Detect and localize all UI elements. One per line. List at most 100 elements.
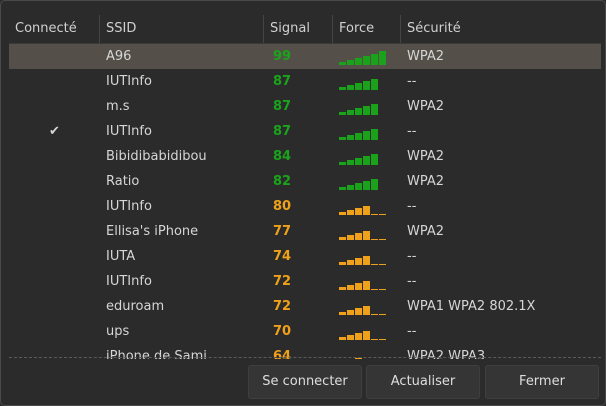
ssid-cell: IUTInfo <box>106 124 152 139</box>
signal-bar <box>363 281 370 290</box>
signal-cell: 87 <box>273 74 292 89</box>
signal-bar <box>371 264 378 265</box>
security-cell: WPA2 <box>407 149 445 164</box>
table-bottom-divider <box>9 357 601 358</box>
wifi-dialog: Connecté SSID Signal Force Sécurité A96 9… <box>0 0 606 406</box>
signal-bar <box>363 81 370 90</box>
signal-bar <box>363 56 370 65</box>
signal-bar <box>363 206 370 215</box>
strength-cell <box>333 119 401 144</box>
signal-cell: 99 <box>273 49 292 64</box>
signal-bar <box>347 235 354 240</box>
connect-button[interactable]: Se connecter <box>248 365 362 399</box>
network-row[interactable]: m.s 87 WPA2 <box>9 94 601 119</box>
network-row[interactable]: IUTInfo 72 -- <box>9 269 601 294</box>
network-row[interactable]: eduroam 72 WPA1 WPA2 802.1X <box>9 294 601 319</box>
security-cell: -- <box>407 274 417 289</box>
signal-bar <box>371 104 378 115</box>
signal-bar <box>339 337 346 340</box>
ssid-cell: IUTInfo <box>106 74 152 89</box>
network-row[interactable]: IUTA 74 -- <box>9 244 601 269</box>
signal-cell: 80 <box>273 199 292 214</box>
signal-bar <box>379 214 386 215</box>
network-row[interactable]: Ellisa's iPhone 77 WPA2 <box>9 219 601 244</box>
signal-bars-icon <box>339 273 401 290</box>
network-list: A96 99 WPA2 IUTInfo 87 -- m.s 87 WPA2 ✔ IUTInfo 87 -… <box>9 44 601 359</box>
signal-bar <box>379 51 386 65</box>
column-header-security[interactable]: Sécurité <box>401 15 601 43</box>
signal-bar <box>379 339 386 340</box>
signal-bar <box>355 333 362 340</box>
signal-bar <box>347 285 354 290</box>
signal-bars-icon <box>339 98 401 115</box>
connected-indicator <box>9 69 100 94</box>
signal-bar <box>379 289 386 290</box>
signal-cell: 72 <box>273 274 292 289</box>
signal-bar <box>355 183 362 190</box>
network-row[interactable]: IUTInfo 87 -- <box>9 69 601 94</box>
strength-cell <box>333 294 401 319</box>
refresh-button[interactable]: Actualiser <box>366 365 480 399</box>
network-row[interactable]: ✔ IUTInfo 87 -- <box>9 119 601 144</box>
signal-bar <box>355 58 362 65</box>
signal-bar <box>379 239 386 240</box>
column-header-ssid[interactable]: SSID <box>100 15 264 43</box>
signal-cell: 70 <box>273 324 292 339</box>
signal-bar <box>339 262 346 265</box>
close-button[interactable]: Fermer <box>485 365 599 399</box>
network-row[interactable]: ups 70 -- <box>9 319 601 344</box>
strength-cell <box>333 69 401 94</box>
network-row[interactable]: A96 99 WPA2 <box>9 44 601 69</box>
signal-bar <box>371 54 378 65</box>
signal-bar <box>371 314 378 315</box>
ssid-cell: ups <box>106 324 130 339</box>
signal-cell: 82 <box>273 174 292 189</box>
signal-bar <box>355 283 362 290</box>
signal-bars-icon <box>339 298 401 315</box>
signal-bar <box>355 233 362 240</box>
signal-bar <box>371 289 378 290</box>
security-cell: -- <box>407 74 417 89</box>
signal-bar <box>371 129 378 140</box>
signal-bars-icon <box>339 198 401 215</box>
connected-indicator <box>9 294 100 319</box>
signal-bar <box>363 331 370 340</box>
signal-bars-icon <box>339 73 401 90</box>
network-row[interactable]: Bibidibabidibou 84 WPA2 <box>9 144 601 169</box>
signal-bar <box>355 358 362 359</box>
signal-bar <box>339 287 346 290</box>
column-header-connected[interactable]: Connecté <box>9 15 100 43</box>
connected-indicator <box>9 219 100 244</box>
column-header-strength[interactable]: Force <box>333 15 401 43</box>
strength-cell <box>333 269 401 294</box>
connected-indicator <box>9 194 100 219</box>
signal-bar <box>363 181 370 190</box>
strength-cell <box>333 219 401 244</box>
signal-cell: 87 <box>273 99 292 114</box>
signal-cell: 72 <box>273 299 292 314</box>
signal-bar <box>355 83 362 90</box>
signal-bar <box>371 239 378 240</box>
signal-bar <box>347 260 354 265</box>
signal-bar <box>355 158 362 165</box>
signal-bar <box>347 335 354 340</box>
signal-bar <box>363 306 370 315</box>
strength-cell <box>333 144 401 169</box>
signal-cell: 84 <box>273 149 292 164</box>
network-row[interactable]: Ratio 82 WPA2 <box>9 169 601 194</box>
signal-bar <box>355 133 362 140</box>
column-header-signal[interactable]: Signal <box>264 15 333 43</box>
security-cell: WPA2 <box>407 224 445 239</box>
signal-bar <box>347 185 354 190</box>
signal-bar <box>379 264 386 265</box>
signal-bars-icon <box>339 223 401 240</box>
network-row[interactable]: IUTInfo 80 -- <box>9 194 601 219</box>
signal-bar <box>339 187 346 190</box>
connected-indicator <box>9 244 100 269</box>
signal-bars-icon <box>339 148 401 165</box>
security-cell: -- <box>407 324 417 339</box>
signal-bar <box>363 106 370 115</box>
signal-bar <box>347 60 354 65</box>
networks-table: Connecté SSID Signal Force Sécurité A96 9… <box>9 15 601 359</box>
signal-bar <box>347 135 354 140</box>
